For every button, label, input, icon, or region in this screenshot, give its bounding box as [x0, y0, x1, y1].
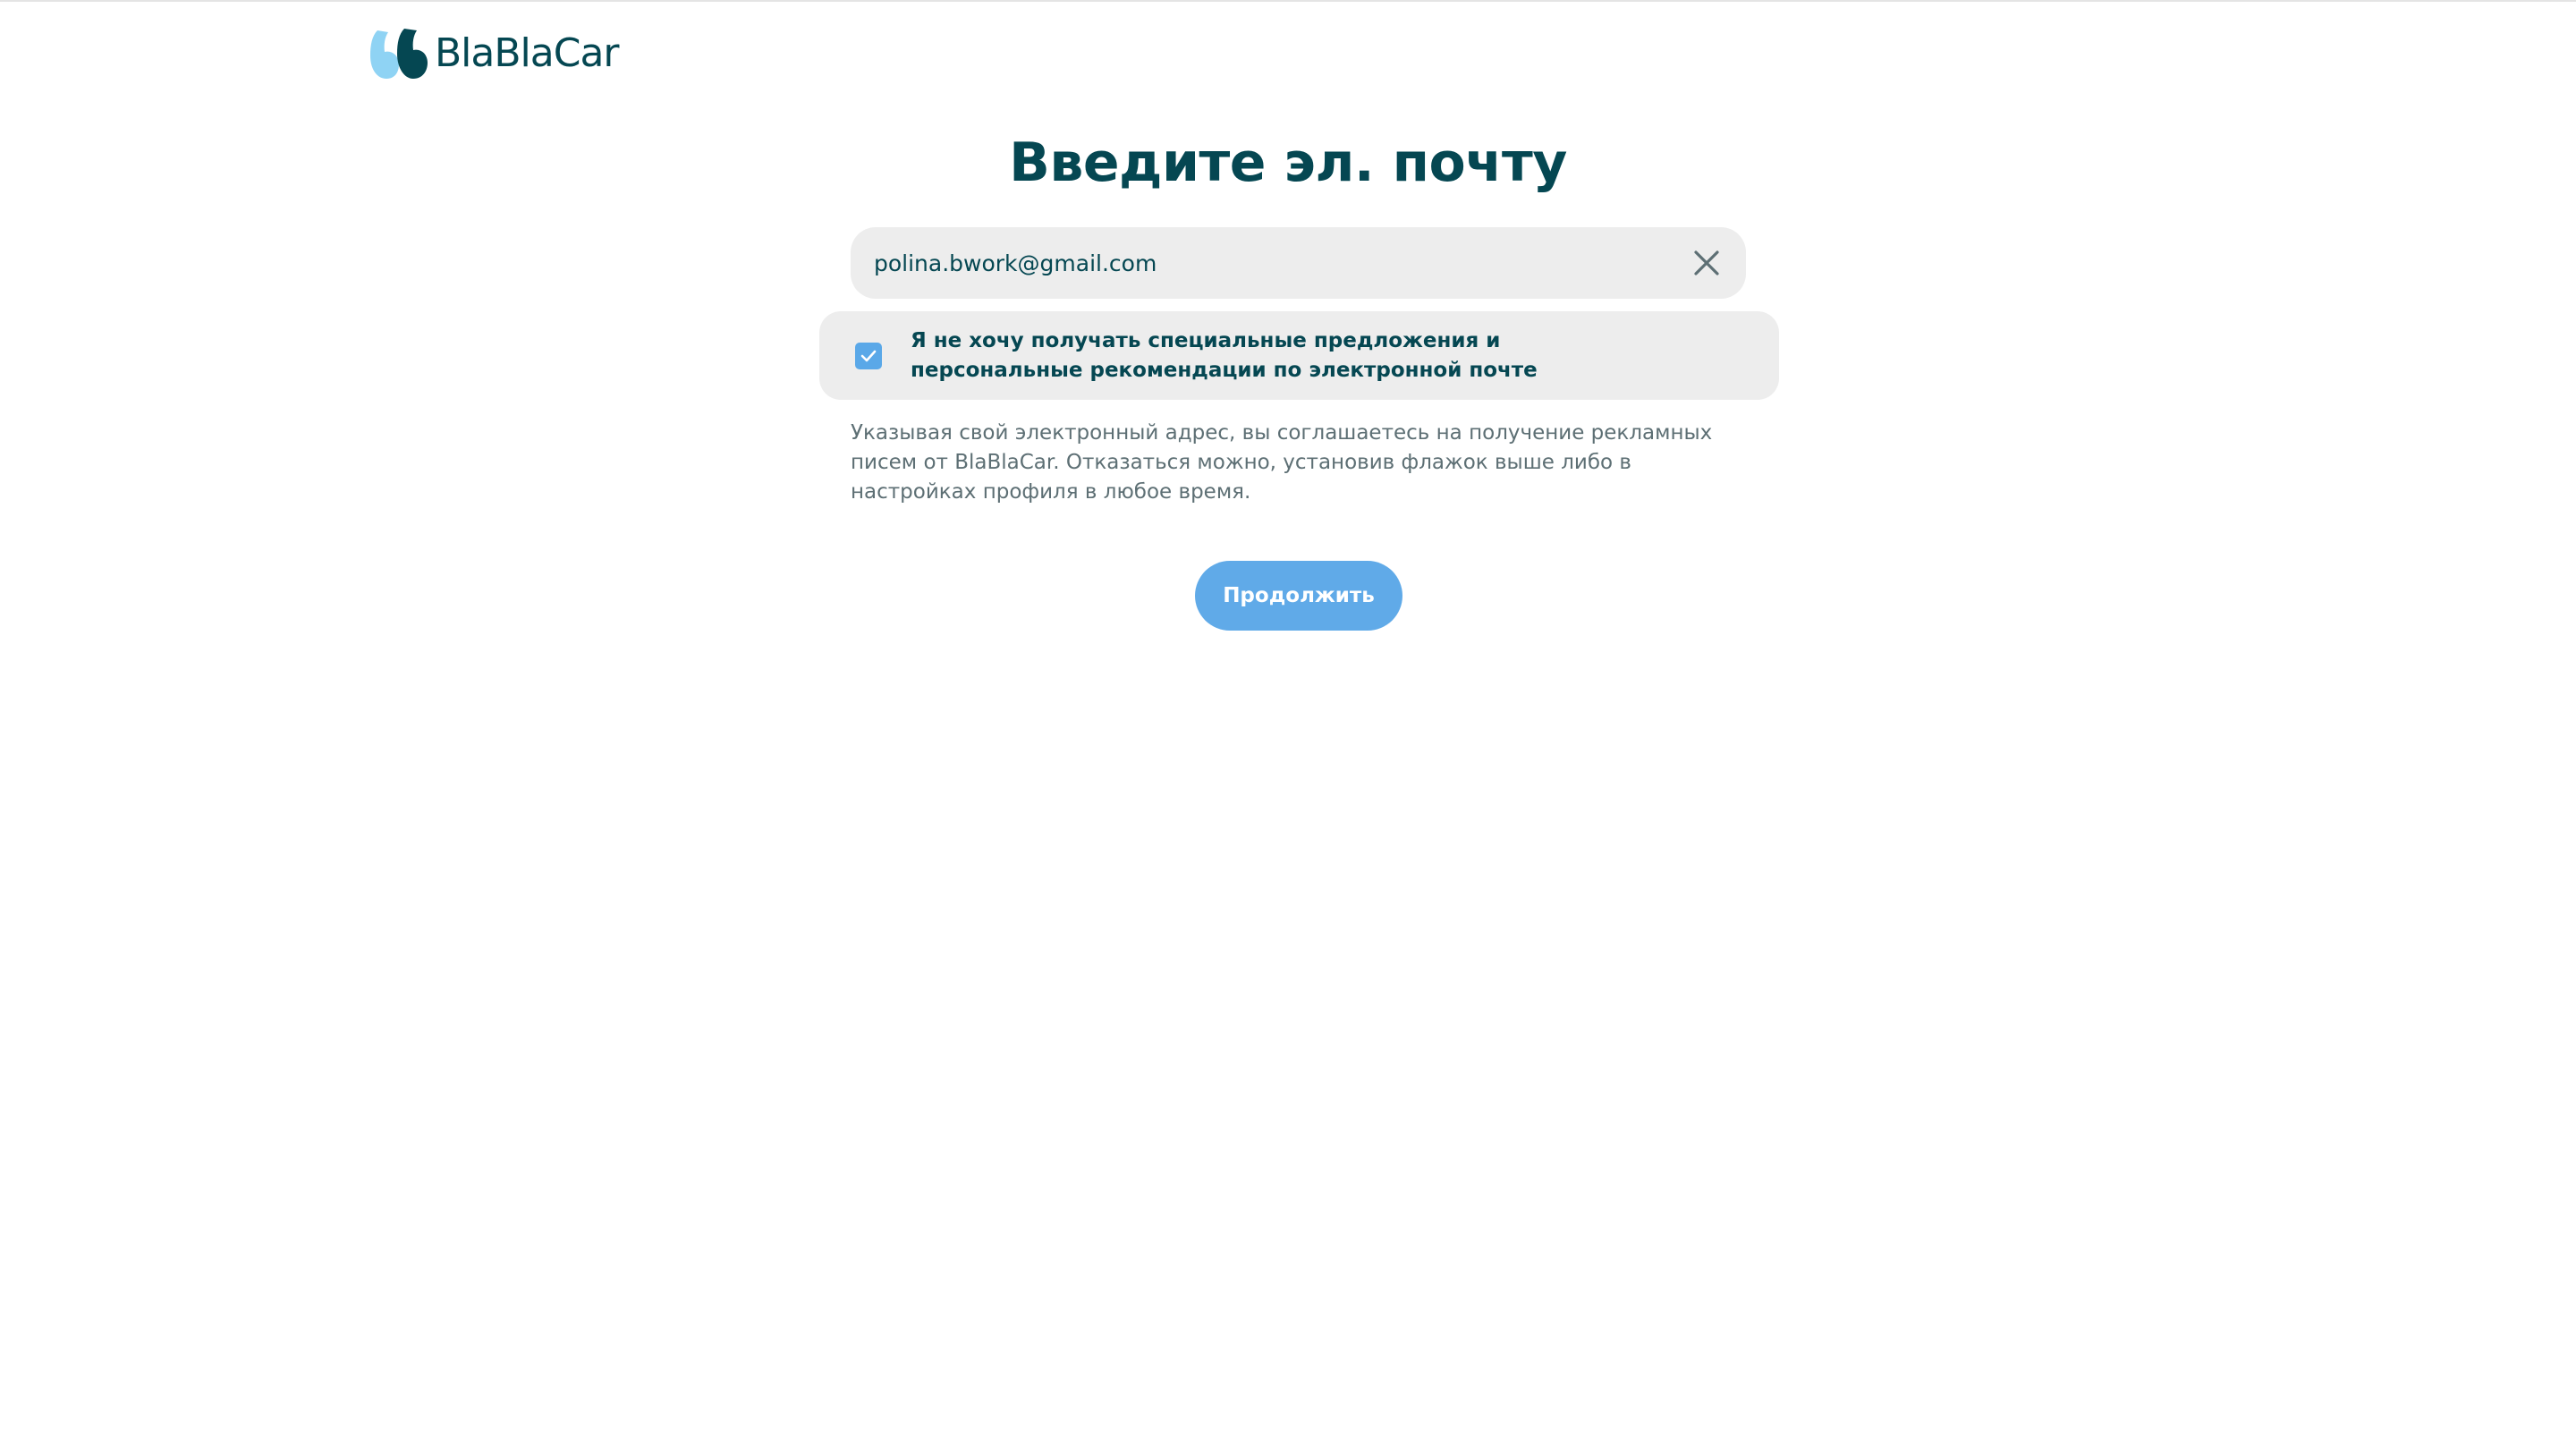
logo-text: BlaBlaCar — [435, 30, 620, 76]
email-input[interactable] — [874, 236, 1683, 290]
blablacar-quote-logo-icon — [370, 29, 428, 79]
consent-text: Указывая свой электронный адрес, вы согл… — [851, 421, 1713, 504]
optout-checkbox[interactable] — [855, 342, 882, 369]
optout-label: Я не хочу получать специальные предложен… — [911, 328, 1538, 382]
continue-button[interactable]: Продолжить — [1195, 561, 1402, 631]
clear-email-button[interactable] — [1683, 240, 1730, 286]
page-title: Введите эл. почту — [1009, 131, 1567, 194]
close-icon — [1694, 250, 1719, 275]
email-entry-page: BlaBlaCar Введите эл. почту Я не хочу по… — [0, 0, 2576, 1449]
blablacar-logo[interactable]: BlaBlaCar — [369, 27, 620, 80]
email-field-container — [851, 227, 1746, 299]
marketing-optout-row[interactable]: Я не хочу получать специальные предложен… — [819, 311, 1779, 400]
checkmark-icon — [860, 350, 877, 361]
